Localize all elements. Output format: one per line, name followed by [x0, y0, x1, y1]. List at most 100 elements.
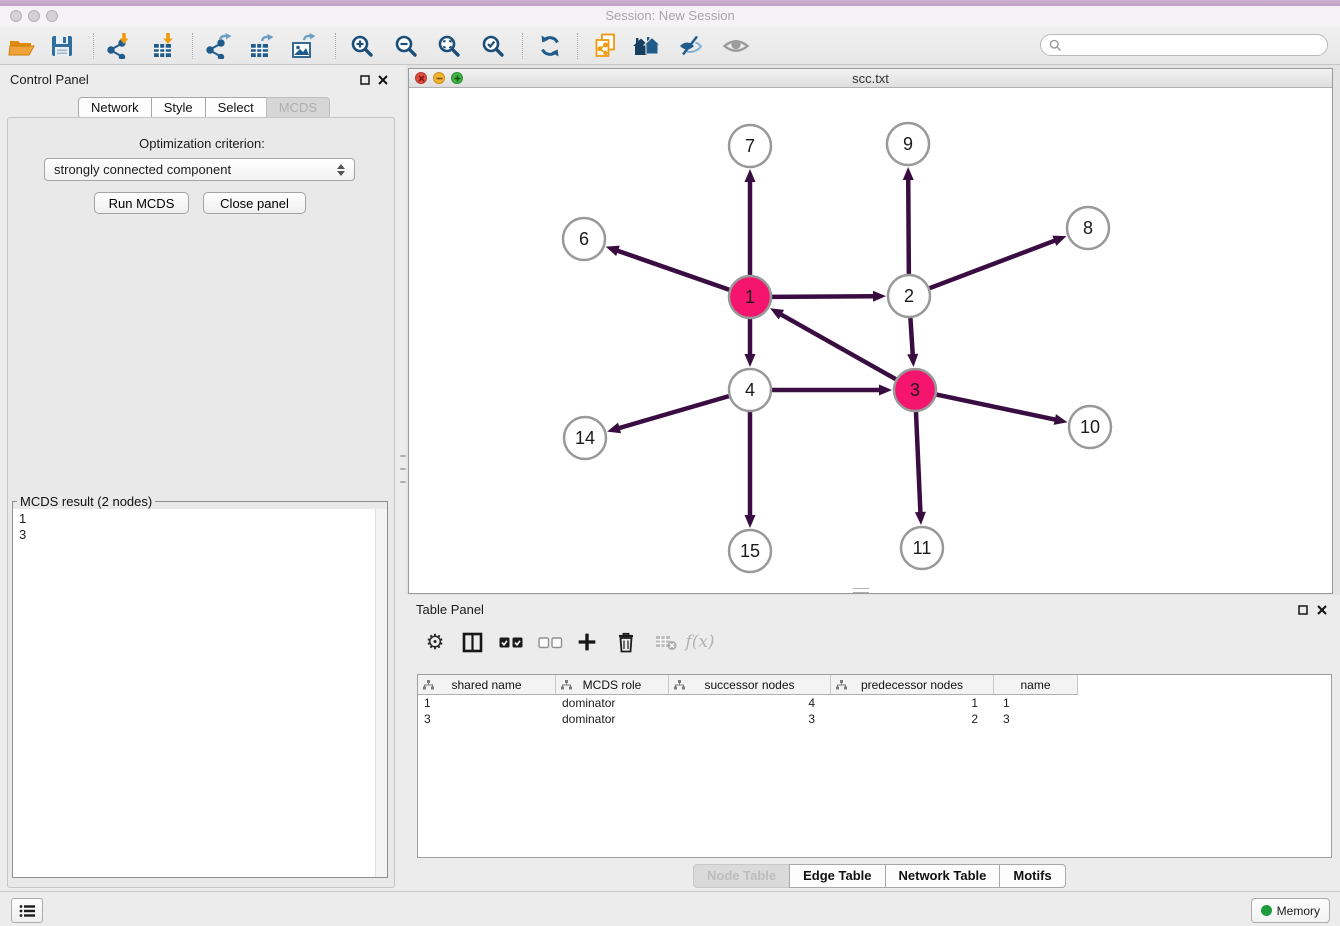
horizontal-splitter-grip[interactable] [853, 588, 869, 593]
graph-node-9[interactable]: 9 [887, 123, 929, 165]
result-scrollbar[interactable] [375, 509, 387, 877]
export-network-button[interactable] [202, 30, 236, 62]
svg-text:6: 6 [579, 229, 589, 249]
table-cell[interactable]: 3 [994, 712, 1078, 726]
memory-button[interactable]: Memory [1251, 898, 1330, 923]
table-panel-float-button[interactable] [1297, 604, 1308, 615]
select-all-columns-button[interactable] [496, 625, 526, 659]
graph-node-7[interactable]: 7 [729, 125, 771, 167]
criterion-select[interactable]: strongly connected component [44, 158, 355, 181]
graph-node-11[interactable]: 11 [901, 527, 943, 569]
mcds-result-list-area[interactable]: 13 [13, 509, 387, 877]
table-cell[interactable]: 1 [831, 696, 994, 710]
graph-edge-2-3[interactable] [910, 318, 912, 356]
control-panel-float-button[interactable] [359, 74, 370, 85]
export-table-button[interactable] [244, 30, 278, 62]
gear-icon: ⚙ [426, 630, 445, 654]
function-builder-button[interactable]: f(x) [685, 625, 715, 659]
table-cell[interactable]: dominator [556, 712, 669, 726]
control-panel-title: Control Panel [10, 72, 89, 87]
column-header[interactable]: predecessor nodes [831, 675, 994, 695]
table-row[interactable]: 1dominator411 [418, 695, 1331, 711]
show-graphics-details-button[interactable] [719, 30, 753, 62]
table-cell[interactable]: 4 [669, 696, 831, 710]
tab-motifs[interactable]: Motifs [999, 864, 1065, 888]
table-panel-close-button[interactable] [1316, 604, 1327, 615]
tab-network-table[interactable]: Network Table [885, 864, 1001, 888]
apply-layout-button[interactable] [533, 30, 567, 62]
graph-edge-3-11[interactable] [916, 412, 921, 514]
zoom-out-button[interactable] [389, 30, 423, 62]
tab-edge-table[interactable]: Edge Table [789, 864, 885, 888]
delete-table-button[interactable] [651, 625, 681, 659]
zoom-in-icon [349, 33, 375, 59]
graph-node-10[interactable]: 10 [1069, 406, 1111, 448]
table-cell[interactable]: 3 [669, 712, 831, 726]
create-column-button[interactable] [572, 625, 602, 659]
delete-column-button[interactable] [611, 625, 641, 659]
search-input[interactable] [1067, 37, 1327, 53]
zoom-selected-button[interactable] [476, 30, 510, 62]
close-icon [1317, 605, 1327, 615]
table-cell[interactable]: 1 [994, 696, 1078, 710]
graph-edge-2-8[interactable] [930, 240, 1057, 288]
save-session-button[interactable] [45, 30, 79, 62]
graph-node-4[interactable]: 4 [729, 369, 771, 411]
deselect-all-columns-button[interactable] [535, 625, 565, 659]
graph-edge-1-6[interactable] [616, 250, 729, 290]
column-tree-icon [423, 680, 434, 690]
control-panel-close-button[interactable] [377, 74, 388, 85]
vertical-splitter-grip[interactable] [400, 455, 406, 483]
tab-select[interactable]: Select [205, 97, 267, 119]
import-table-button[interactable] [147, 30, 181, 62]
export-image-icon [290, 33, 316, 59]
graph-node-15[interactable]: 15 [729, 530, 771, 572]
graph-edge-3-1[interactable] [780, 314, 896, 380]
graph-edge-1-2[interactable] [772, 296, 875, 297]
zoom-fit-button[interactable] [432, 30, 466, 62]
table-settings-button[interactable]: ⚙ [420, 625, 450, 659]
graph-node-3[interactable]: 3 [894, 369, 936, 411]
table-cell[interactable]: 2 [831, 712, 994, 726]
zoom-selected-icon [480, 33, 506, 59]
graph-node-1[interactable]: 1 [729, 276, 771, 318]
duplicate-network-button[interactable] [588, 30, 622, 62]
zoom-in-button[interactable] [345, 30, 379, 62]
graph-node-6[interactable]: 6 [563, 218, 605, 260]
trash-icon [616, 631, 636, 653]
search-field[interactable] [1040, 34, 1328, 56]
graph-node-2[interactable]: 2 [888, 275, 930, 317]
run-mcds-button[interactable]: Run MCDS [94, 192, 189, 214]
tab-mcds[interactable]: MCDS [266, 97, 330, 119]
graph-edge-3-10[interactable] [937, 395, 1057, 420]
tab-node-table[interactable]: Node Table [693, 864, 790, 888]
close-panel-button[interactable]: Close panel [203, 192, 306, 214]
column-header[interactable]: successor nodes [669, 675, 831, 695]
svg-text:8: 8 [1083, 218, 1093, 238]
home-button[interactable] [630, 30, 664, 62]
task-history-button[interactable] [11, 898, 43, 923]
graph-node-8[interactable]: 8 [1067, 207, 1109, 249]
hide-graphics-details-button[interactable] [674, 30, 708, 62]
tab-network[interactable]: Network [78, 97, 152, 119]
network-window-titlebar[interactable]: scc.txt [409, 69, 1332, 88]
table-cell[interactable]: dominator [556, 696, 669, 710]
network-canvas[interactable]: 7 9 6 8 1 2 4 3 14 10 15 11 [409, 88, 1332, 593]
graph-edge-4-14[interactable] [618, 396, 729, 428]
graph-node-14[interactable]: 14 [564, 417, 606, 459]
graph-edge-2-9[interactable] [908, 178, 909, 274]
column-header[interactable]: name [994, 675, 1078, 695]
export-image-button[interactable] [286, 30, 320, 62]
table-cell[interactable]: 1 [418, 696, 556, 710]
column-layout-button[interactable] [457, 625, 487, 659]
column-header[interactable]: shared name [418, 675, 556, 695]
table-cell[interactable]: 3 [418, 712, 556, 726]
tab-style[interactable]: Style [151, 97, 206, 119]
import-network-button[interactable] [103, 30, 137, 62]
open-file-button[interactable] [5, 30, 39, 62]
graph-edge-arrowhead [1052, 236, 1066, 246]
memory-label: Memory [1277, 904, 1320, 918]
table-row[interactable]: 3dominator323 [418, 711, 1331, 727]
column-tree-icon [836, 680, 847, 690]
column-header[interactable]: MCDS role [556, 675, 669, 695]
